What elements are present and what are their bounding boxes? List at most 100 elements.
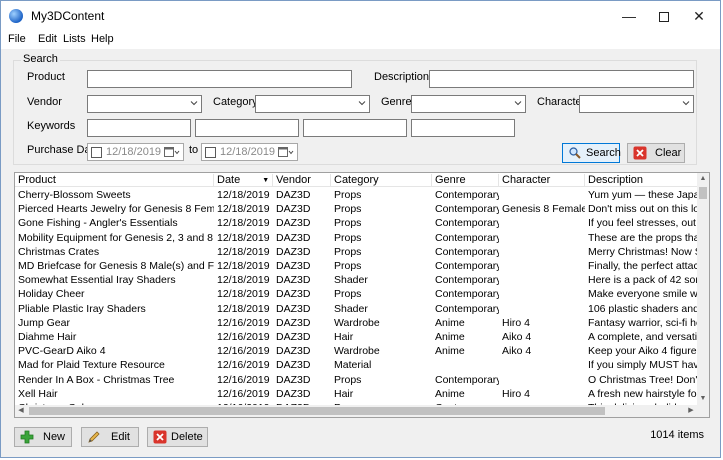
date-from-checkbox[interactable] [91, 147, 102, 158]
cell-description: A complete, and versatile ha [588, 331, 697, 343]
vendor-dropdown[interactable] [87, 95, 202, 113]
delete-button[interactable]: Delete [147, 427, 208, 447]
calendar-icon[interactable] [164, 146, 180, 158]
cell-description: A fresh new hairstyle for all [588, 387, 697, 400]
menu-lists[interactable]: Lists [63, 33, 86, 45]
date-to-picker[interactable]: 12/18/2019 [201, 143, 298, 161]
table-row[interactable]: Xell Hair 12/16/2019 DAZ3D Hair Anime Hiro 4 A… [15, 387, 697, 401]
clear-button[interactable]: Clear [627, 143, 685, 163]
keyword-input-3[interactable] [303, 119, 407, 137]
table-row[interactable]: Pliable Plastic Iray Shaders 12/18/2019 DA… [15, 302, 697, 316]
content-grid[interactable]: Product Date ▼ Vendor Category Genre Char… [14, 172, 710, 418]
cell-category: Material [334, 359, 372, 372]
column-header-description[interactable]: Description [585, 174, 697, 187]
column-header-character[interactable]: Character [499, 174, 585, 187]
horizontal-scrollbar[interactable]: ◀ ▶ [15, 405, 697, 417]
table-row[interactable]: Somewhat Essential Iray Shaders 12/18/201… [15, 273, 697, 287]
cell-character: Genesis 8 Female [502, 203, 585, 216]
table-row[interactable]: Mad for Plaid Texture Resource 12/16/2019… [15, 358, 697, 372]
table-row[interactable]: Cherry-Blossom Sweets 12/18/2019 DAZ3D Prop… [15, 188, 697, 202]
cell-genre [432, 359, 499, 372]
new-button[interactable]: New [14, 427, 72, 447]
vertical-scroll-thumb[interactable] [699, 187, 707, 199]
menu-file[interactable]: File [8, 33, 26, 45]
scroll-up-arrow-icon[interactable]: ▲ [697, 173, 709, 185]
cell-character [499, 260, 585, 273]
to-label: to [189, 144, 199, 156]
menu-bar: File Edit Lists Help [1, 31, 720, 49]
item-count: 1014 items [650, 429, 704, 441]
cell-genre: Contemporary [435, 217, 499, 230]
cell-product: Somewhat Essential Iray Shaders [18, 274, 176, 287]
menu-edit[interactable]: Edit [38, 33, 57, 45]
scroll-left-arrow-icon[interactable]: ◀ [15, 405, 27, 417]
title-bar[interactable]: My3DContent — ✕ [1, 1, 720, 31]
column-header-category[interactable]: Category [331, 174, 432, 187]
date-from-picker[interactable]: 12/18/2019 [87, 143, 184, 161]
cell-character [499, 303, 585, 316]
scroll-right-arrow-icon[interactable]: ▶ [685, 405, 697, 417]
vertical-scrollbar[interactable]: ▲ ▼ [697, 173, 709, 405]
character-dropdown[interactable] [579, 95, 694, 113]
table-row[interactable]: Christmas Crates 12/18/2019 DAZ3D Props Cont… [15, 245, 697, 259]
cell-category: Props [334, 288, 362, 301]
cell-vendor: DAZ3D [276, 331, 311, 343]
description-input[interactable] [429, 70, 694, 88]
menu-help[interactable]: Help [91, 33, 114, 45]
cell-vendor: DAZ3D [276, 245, 311, 258]
cell-description: O Christmas Tree! Don't mis [588, 373, 697, 386]
cell-product: Cherry-Blossom Sweets [18, 189, 131, 201]
search-group-title: Search [21, 53, 60, 65]
cell-vendor: DAZ3D [276, 302, 311, 315]
date-to-checkbox[interactable] [205, 147, 216, 158]
table-row[interactable]: Diahme Hair 12/16/2019 DAZ3D Hair Anime Aiko … [15, 330, 697, 344]
cell-date: 12/16/2019 [217, 345, 270, 358]
keyword-input-1[interactable] [87, 119, 191, 137]
cell-character [499, 189, 585, 202]
cell-description: If you simply MUST have m [588, 359, 697, 372]
cell-character: Hiro 4 [502, 316, 531, 329]
table-row[interactable]: Holiday Cheer 12/18/2019 DAZ3D Props Contemp… [15, 287, 697, 301]
edit-button[interactable]: Edit [81, 427, 139, 447]
category-dropdown[interactable] [255, 95, 370, 113]
search-button-label: Search [586, 147, 621, 159]
cell-character [499, 359, 585, 372]
cell-product: Jump Gear [18, 316, 70, 329]
calendar-icon[interactable] [278, 146, 294, 158]
keyword-input-4[interactable] [411, 119, 515, 137]
column-header-vendor[interactable]: Vendor [273, 174, 331, 187]
scroll-down-arrow-icon[interactable]: ▼ [697, 393, 709, 405]
keyword-input-2[interactable] [195, 119, 299, 137]
cell-category: Hair [334, 387, 354, 400]
table-row[interactable]: Mobility Equipment for Genesis 2, 3 and … [15, 231, 697, 245]
cell-description: Here is a pack of 42 somewh [588, 274, 697, 287]
window-title: My3DContent [31, 9, 105, 23]
table-row[interactable]: PVC-GearD Aiko 4 12/16/2019 DAZ3D Wardrobe A… [15, 344, 697, 358]
cell-genre: Contemporary [435, 231, 499, 244]
search-button[interactable]: Search [562, 143, 621, 163]
cell-genre: Contemporary [435, 302, 499, 315]
cell-date: 12/16/2019 [217, 373, 270, 386]
column-header-date-label: Date [217, 174, 241, 186]
column-header-date[interactable]: Date ▼ [214, 174, 273, 187]
table-row[interactable]: MD Briefcase for Genesis 8 Male(s) and F… [15, 259, 697, 273]
genre-dropdown[interactable] [411, 95, 526, 113]
column-header-genre[interactable]: Genre [432, 174, 499, 187]
cell-genre: Anime [435, 345, 465, 358]
clear-button-label: Clear [655, 147, 682, 159]
horizontal-scroll-thumb[interactable] [29, 407, 605, 415]
product-label: Product [27, 71, 65, 83]
table-row[interactable]: Pierced Hearts Jewelry for Genesis 8 Fem… [15, 202, 697, 216]
table-row[interactable]: Gone Fishing - Angler's Essentials 12/18/… [15, 216, 697, 230]
close-button[interactable]: ✕ [677, 1, 721, 31]
cell-character [499, 374, 585, 387]
column-header-product[interactable]: Product [15, 174, 214, 187]
table-row[interactable]: Render In A Box - Christmas Tree 12/16/20… [15, 373, 697, 387]
cell-product: Render In A Box - Christmas Tree [18, 373, 175, 386]
app-globe-icon [9, 9, 23, 23]
cell-category: Props [334, 373, 362, 386]
product-input[interactable] [87, 70, 352, 88]
table-row[interactable]: Jump Gear 12/16/2019 DAZ3D Wardrobe Anime Hir… [15, 316, 697, 330]
cell-character [499, 246, 585, 259]
pencil-icon [88, 431, 100, 443]
